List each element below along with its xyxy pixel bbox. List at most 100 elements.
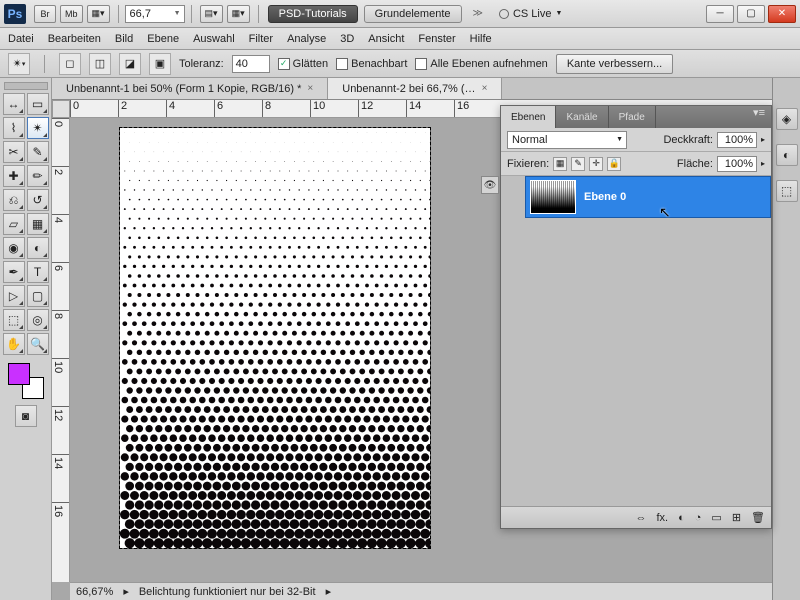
menu-bearbeiten[interactable]: Bearbeiten	[48, 33, 101, 45]
sel-sub-icon[interactable]: ◪	[119, 53, 141, 75]
path-select-tool[interactable]: ▷	[3, 285, 25, 307]
marquee-tool[interactable]: ▭	[27, 93, 49, 115]
3d-tool[interactable]: ⬚	[3, 309, 25, 331]
workspace-grundelemente[interactable]: Grundelemente	[364, 5, 462, 23]
blend-mode-select[interactable]: Normal	[507, 131, 627, 149]
close-icon[interactable]: ×	[307, 83, 313, 94]
bridge-button[interactable]: Br	[34, 5, 56, 23]
stamp-tool[interactable]: ⎌	[3, 189, 25, 211]
minimize-button[interactable]: ─	[706, 5, 734, 23]
pen-tool[interactable]: ✒	[3, 261, 25, 283]
blur-tool[interactable]: ◉	[3, 237, 25, 259]
menu-auswahl[interactable]: Auswahl	[193, 33, 235, 45]
canvas[interactable]	[120, 128, 430, 548]
cslive-button[interactable]: CS Live▼	[499, 8, 562, 20]
minibridge-button[interactable]: Mb	[60, 5, 83, 23]
layers-panel: Ebenen Kanäle Pfade ▾≡ Normal Deckkraft:…	[500, 105, 772, 529]
history-brush-tool[interactable]: ↺	[27, 189, 49, 211]
mask-icon[interactable]: ◐	[678, 512, 685, 524]
layer-name[interactable]: Ebene 0	[584, 191, 626, 203]
all-layers-checkbox[interactable]: Alle Ebenen aufnehmen	[415, 58, 547, 70]
quickmask-button[interactable]: ◙	[15, 405, 37, 427]
healing-tool[interactable]: ✚	[3, 165, 25, 187]
3d-camera-tool[interactable]: ◎	[27, 309, 49, 331]
lock-pixels-icon[interactable]: ✎	[571, 157, 585, 171]
menu-fenster[interactable]: Fenster	[418, 33, 455, 45]
tab-ebenen[interactable]: Ebenen	[501, 106, 556, 128]
foreground-swatch[interactable]	[8, 363, 30, 385]
fx-icon[interactable]: fx.	[656, 512, 668, 524]
photoshop-logo: Ps	[4, 4, 26, 24]
type-tool[interactable]: T	[27, 261, 49, 283]
menu-bild[interactable]: Bild	[115, 33, 133, 45]
tab-kanaele[interactable]: Kanäle	[556, 106, 608, 128]
magic-wand-tool[interactable]: ✴	[27, 117, 49, 139]
panel-menu-icon[interactable]: ▾≡	[747, 106, 771, 128]
layer-thumbnail[interactable]	[530, 180, 576, 214]
fill-input[interactable]: 100%	[717, 156, 757, 172]
link-layers-icon[interactable]: ⇔	[635, 512, 646, 524]
doc-tab-1[interactable]: Unbenannt-1 bei 50% (Form 1 Kopie, RGB/1…	[52, 78, 328, 99]
wand-tool-icon[interactable]: ✴▾	[8, 53, 30, 75]
toolbox: ↔ ▭ ⌇ ✴ ✂ ✎ ✚ ✏ ⎌ ↺ ▱ ▦ ◉ ◐ ✒ T ▷ ▢ ⬚ ◎ …	[0, 78, 52, 600]
status-message: Belichtung funktioniert nur bei 32-Bit	[139, 586, 316, 598]
opacity-input[interactable]: 100%	[717, 132, 757, 148]
menu-3d[interactable]: 3D	[340, 33, 354, 45]
ruler-vertical[interactable]: 0246810121416	[52, 118, 70, 582]
dock-color-icon[interactable]: ◐	[776, 144, 798, 166]
visibility-toggle[interactable]: 👁	[481, 176, 499, 194]
lock-transparency-icon[interactable]: ▦	[553, 157, 567, 171]
antialias-checkbox[interactable]: ✓Glätten	[278, 58, 328, 70]
doc-tab-2[interactable]: Unbenannt-2 bei 66,7% (…×	[328, 78, 502, 99]
brush-tool[interactable]: ✏	[27, 165, 49, 187]
dock-adjustments-icon[interactable]: ⬚	[776, 180, 798, 202]
arrange-button[interactable]: ▤▾	[200, 5, 223, 23]
eraser-tool[interactable]: ▱	[3, 213, 25, 235]
lock-all-icon[interactable]: 🔒	[607, 157, 621, 171]
menu-hilfe[interactable]: Hilfe	[470, 33, 492, 45]
tolerance-input[interactable]: 40	[232, 55, 270, 73]
opacity-label: Deckkraft:	[663, 134, 713, 146]
workspace-more-icon[interactable]: ≫	[473, 8, 483, 19]
menu-datei[interactable]: Datei	[8, 33, 34, 45]
extras-button[interactable]: ▦▾	[227, 5, 250, 23]
group-icon[interactable]: ▭	[711, 511, 721, 524]
status-bar: 66,67% ▸ Belichtung funktioniert nur bei…	[70, 582, 800, 600]
lasso-tool[interactable]: ⌇	[3, 117, 25, 139]
zoom-tool[interactable]: 🔍	[27, 333, 49, 355]
color-swatches[interactable]	[8, 363, 44, 399]
layer-row[interactable]: Ebene 0 ↖	[525, 176, 771, 218]
shape-tool[interactable]: ▢	[27, 285, 49, 307]
contiguous-checkbox[interactable]: Benachbart	[336, 58, 407, 70]
sel-add-icon[interactable]: ◫	[89, 53, 111, 75]
trash-icon[interactable]: 🗑	[751, 511, 765, 524]
gradient-tool[interactable]: ▦	[27, 213, 49, 235]
zoom-combo[interactable]: 66,7	[125, 5, 185, 23]
close-button[interactable]: ✕	[768, 5, 796, 23]
close-icon[interactable]: ×	[482, 83, 488, 94]
eyedropper-tool[interactable]: ✎	[27, 141, 49, 163]
menu-ansicht[interactable]: Ansicht	[368, 33, 404, 45]
lock-label: Fixieren:	[507, 158, 549, 170]
maximize-button[interactable]: ▢	[737, 5, 765, 23]
status-zoom[interactable]: 66,67%	[76, 586, 113, 598]
crop-tool[interactable]: ✂	[3, 141, 25, 163]
dodge-tool[interactable]: ◐	[27, 237, 49, 259]
hand-tool[interactable]: ✋	[3, 333, 25, 355]
tab-pfade[interactable]: Pfade	[609, 106, 656, 128]
menu-filter[interactable]: Filter	[249, 33, 273, 45]
screen-mode-button[interactable]: ▦▾	[87, 5, 110, 23]
move-tool[interactable]: ↔	[3, 93, 25, 115]
ruler-origin[interactable]	[52, 100, 70, 118]
adjustment-icon[interactable]: ◔	[695, 512, 702, 524]
toolbox-handle[interactable]	[4, 82, 48, 90]
lock-position-icon[interactable]: ✛	[589, 157, 603, 171]
workspace-tutorials[interactable]: PSD-Tutorials	[268, 5, 358, 23]
new-layer-icon[interactable]: ⊞	[732, 511, 741, 524]
refine-edge-button[interactable]: Kante verbessern...	[556, 54, 673, 74]
sel-intersect-icon[interactable]: ▣	[149, 53, 171, 75]
menu-analyse[interactable]: Analyse	[287, 33, 326, 45]
dock-layers-icon[interactable]: ◈	[776, 108, 798, 130]
menu-ebene[interactable]: Ebene	[147, 33, 179, 45]
sel-new-icon[interactable]: ◻	[59, 53, 81, 75]
